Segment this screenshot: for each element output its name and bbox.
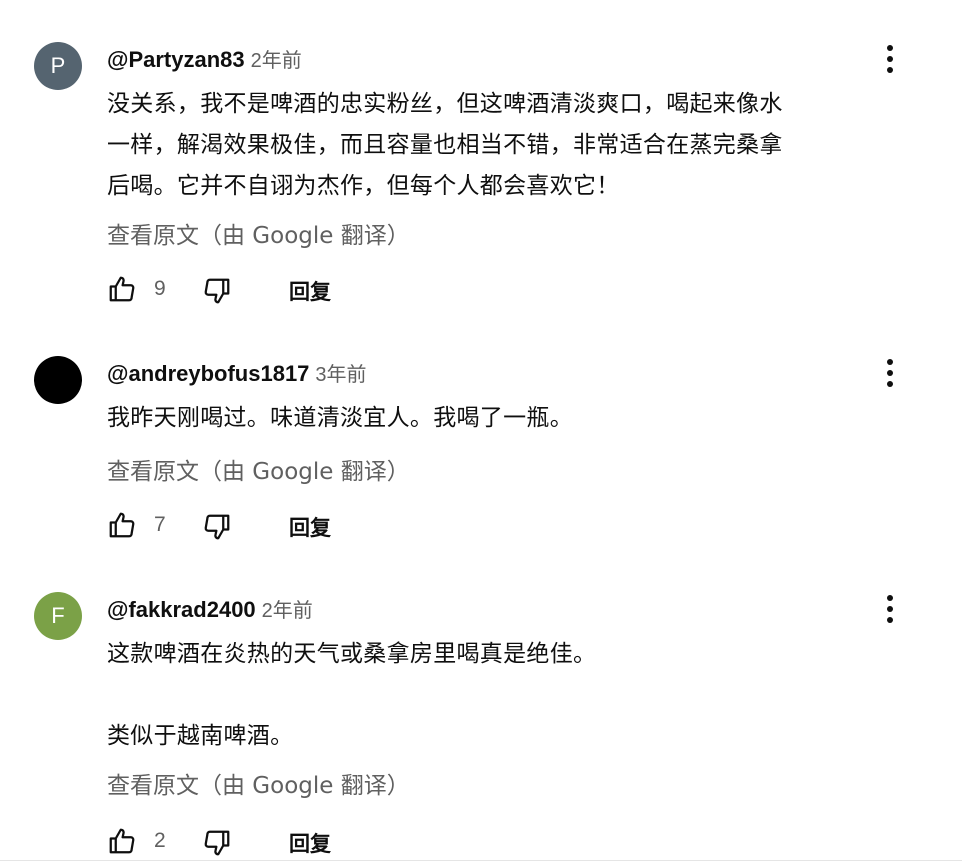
comment-line: 类似于越南啤酒。 <box>107 723 294 749</box>
thumbs-down-icon[interactable] <box>202 828 232 858</box>
thumbs-up-icon[interactable] <box>107 826 137 856</box>
thumbs-down-icon[interactable] <box>202 512 232 542</box>
like-count: 7 <box>154 513 166 536</box>
divider <box>0 860 962 861</box>
comment-line: 没关系，我不是啤酒的忠实粉丝，但这啤酒清淡爽口，喝起来像水 <box>107 91 783 117</box>
like-count: 9 <box>154 277 166 300</box>
comment-line: 后喝。它并不自诩为杰作，但每个人都会喜欢它！ <box>107 173 620 199</box>
reply-button[interactable]: 回复 <box>289 512 331 542</box>
comment-header: @andreybofus1817 3年前 <box>107 358 367 387</box>
see-original-link[interactable]: 查看原文（由 Google 翻译） <box>107 216 410 250</box>
comment-text: 这款啤酒在炎热的天气或桑拿房里喝真是绝佳。 类似于越南啤酒。 <box>107 634 927 757</box>
author-name[interactable]: @andreybofus1817 <box>107 361 309 386</box>
thumbs-up-icon[interactable] <box>107 510 137 540</box>
thumbs-up-icon[interactable] <box>107 274 137 304</box>
comment-text: 没关系，我不是啤酒的忠实粉丝，但这啤酒清淡爽口，喝起来像水 一样，解渴效果极佳，… <box>107 84 927 207</box>
comment-time[interactable]: 3年前 <box>315 364 366 386</box>
avatar[interactable] <box>34 356 82 404</box>
more-vert-icon[interactable] <box>876 355 904 391</box>
comment-time[interactable]: 2年前 <box>262 600 313 622</box>
comment-line: 这款啤酒在炎热的天气或桑拿房里喝真是绝佳。 <box>107 641 597 667</box>
thumbs-down-icon[interactable] <box>202 276 232 306</box>
comment-actions: 9 回复 <box>107 274 507 306</box>
reply-button[interactable]: 回复 <box>289 828 331 858</box>
avatar[interactable]: P <box>34 42 82 90</box>
more-vert-icon[interactable] <box>876 41 904 77</box>
comment-line: 我昨天刚喝过。味道清淡宜人。我喝了一瓶。 <box>107 405 573 431</box>
see-original-link[interactable]: 查看原文（由 Google 翻译） <box>107 766 410 800</box>
avatar[interactable]: F <box>34 592 82 640</box>
comment-text: 我昨天刚喝过。味道清淡宜人。我喝了一瓶。 <box>107 398 927 439</box>
comment-actions: 7 回复 <box>107 510 507 542</box>
more-vert-icon[interactable] <box>876 591 904 627</box>
comment-header: @Partyzan83 2年前 <box>107 44 302 73</box>
author-name[interactable]: @Partyzan83 <box>107 47 245 72</box>
comment-time[interactable]: 2年前 <box>251 50 302 72</box>
comment-actions: 2 回复 <box>107 826 507 858</box>
comment-line <box>107 675 927 716</box>
reply-button[interactable]: 回复 <box>289 276 331 306</box>
comment-line: 一样，解渴效果极佳，而且容量也相当不错，非常适合在蒸完桑拿 <box>107 132 783 158</box>
see-original-link[interactable]: 查看原文（由 Google 翻译） <box>107 452 410 486</box>
author-name[interactable]: @fakkrad2400 <box>107 597 256 622</box>
like-count: 2 <box>154 829 166 852</box>
comment-header: @fakkrad2400 2年前 <box>107 594 313 623</box>
